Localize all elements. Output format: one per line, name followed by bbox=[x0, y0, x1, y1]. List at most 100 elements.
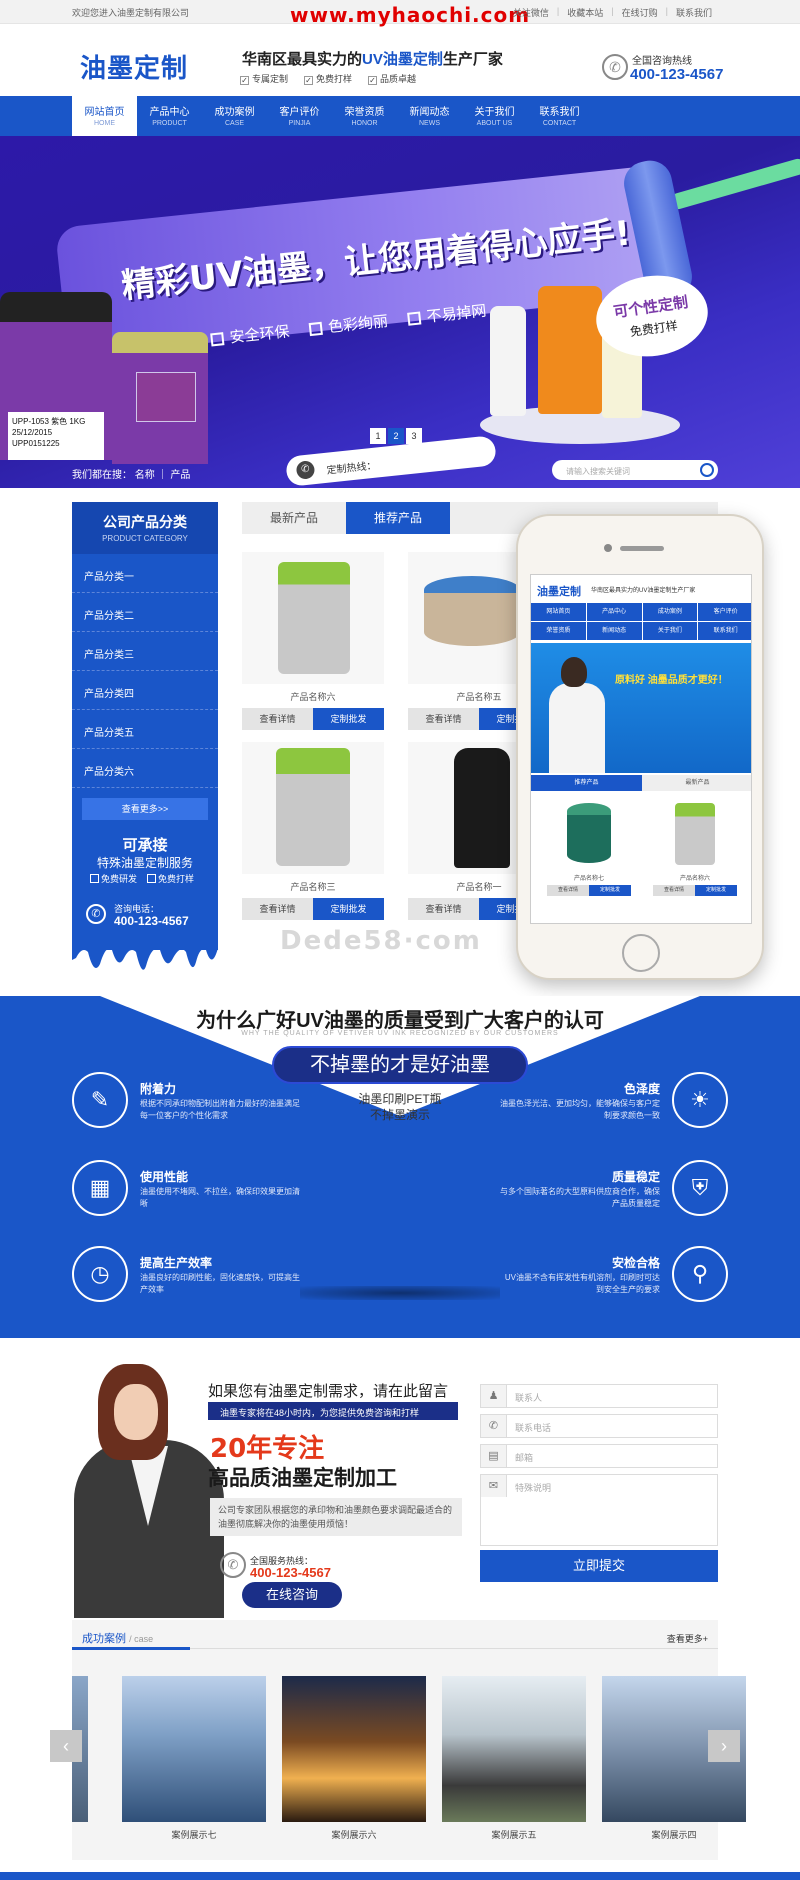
promo-point: 免费研发 bbox=[90, 872, 137, 885]
nav-item-home[interactable]: 网站首页 HOME bbox=[72, 96, 137, 136]
custom-order-button[interactable]: 定制批发 bbox=[313, 898, 384, 920]
nav-item-contact[interactable]: 联系我们 CONTACT bbox=[527, 96, 592, 136]
cases-prev-arrow[interactable]: ‹ bbox=[50, 1730, 82, 1762]
name-field[interactable]: ♟ 联系人 bbox=[480, 1384, 718, 1408]
dede-watermark: Dede58·com bbox=[280, 926, 482, 956]
mobile-nav-item[interactable]: 产品中心 bbox=[586, 603, 642, 621]
mobile-banner-text: 原料好 油墨品质才更好！ bbox=[615, 675, 728, 686]
hotline-number: 400-123-4567 bbox=[630, 66, 724, 83]
product-name[interactable]: 产品名称六 bbox=[242, 690, 384, 703]
nav-item-pinjia[interactable]: 客户评价 PINJIA bbox=[267, 96, 332, 136]
nav-item-sublabel: ABOUT US bbox=[476, 120, 513, 127]
category-item[interactable]: 产品分类一 bbox=[72, 554, 218, 593]
product-name[interactable]: 产品名称三 bbox=[242, 880, 384, 893]
case-image[interactable] bbox=[442, 1676, 586, 1822]
feature-item: ✎ 附着力 根据不同承印物配制出附着力最好的油墨满足每一位客户的个性化需求 bbox=[72, 1072, 312, 1132]
slider-dot[interactable]: 3 bbox=[406, 428, 422, 444]
mobile-nav-item[interactable]: 关于我们 bbox=[642, 622, 698, 640]
promo-points: 免费研发 免费打样 bbox=[90, 872, 194, 885]
mobile-tab-recommended[interactable]: 推荐产品 bbox=[531, 775, 642, 791]
category-item[interactable]: 产品分类二 bbox=[72, 593, 218, 632]
feature-title: 安检合格 bbox=[611, 1256, 660, 1270]
mobile-product-card[interactable]: 产品名称六 查看详情 定制批发 bbox=[645, 797, 745, 907]
nav-item-sublabel: CASE bbox=[224, 120, 245, 127]
top-link-order[interactable]: 在线订购 bbox=[622, 6, 658, 19]
category-more-button[interactable]: 查看更多>> bbox=[82, 798, 208, 820]
phone-field[interactable]: ✆ 联系电话 bbox=[480, 1414, 718, 1438]
custom-order-button[interactable]: 定制批发 bbox=[313, 708, 384, 730]
cases-title: 成功案例 / case bbox=[82, 1630, 153, 1646]
email-placeholder: 邮箱 bbox=[515, 1453, 534, 1463]
slider-dot[interactable]: 1 bbox=[370, 428, 386, 444]
mobile-detail-button[interactable]: 查看详情 bbox=[547, 885, 589, 896]
phone-icon: ✆ bbox=[481, 1415, 507, 1437]
nav-item-about-us[interactable]: 关于我们 ABOUT US bbox=[462, 96, 527, 136]
case-caption[interactable]: 案例展示五 bbox=[442, 1828, 586, 1841]
site-logo[interactable]: 油墨定制 bbox=[80, 48, 188, 85]
case-image[interactable] bbox=[122, 1676, 266, 1822]
top-link-bookmark[interactable]: 收藏本站 bbox=[567, 6, 603, 19]
detail-button[interactable]: 查看详情 bbox=[242, 898, 313, 920]
feature-title: 提高生产效率 bbox=[140, 1256, 213, 1270]
category-item[interactable]: 产品分类四 bbox=[72, 671, 218, 710]
case-card[interactable]: 案例展示五 bbox=[442, 1676, 586, 1840]
mobile-nav-item[interactable]: 新闻动态 bbox=[586, 622, 642, 640]
mobile-product-card[interactable]: 产品名称七 查看详情 定制批发 bbox=[539, 797, 639, 907]
online-consult-button[interactable]: 在线咨询 bbox=[242, 1582, 342, 1608]
top-link-contact[interactable]: 联系我们 bbox=[676, 6, 712, 19]
product-card[interactable]: 产品名称三查看详情 定制批发 bbox=[242, 742, 384, 942]
nav-item-honor[interactable]: 荣誉资质 HONOR bbox=[332, 96, 397, 136]
top-link-wechat[interactable]: 关注微信 bbox=[513, 6, 549, 19]
mobile-detail-button[interactable]: 查看详情 bbox=[653, 885, 695, 896]
tab-recommended[interactable]: 推荐产品 bbox=[346, 502, 450, 534]
nav-item-news[interactable]: 新闻动态 NEWS bbox=[397, 96, 462, 136]
feature-title: 质量稳定 bbox=[611, 1170, 660, 1184]
mobile-nav-item[interactable]: 客户评价 bbox=[698, 603, 751, 621]
category-item[interactable]: 产品分类三 bbox=[72, 632, 218, 671]
case-image[interactable] bbox=[282, 1676, 426, 1822]
mobile-nav-item[interactable]: 联系我们 bbox=[698, 622, 751, 640]
detail-button[interactable]: 查看详情 bbox=[242, 708, 313, 730]
mobile-nav-item[interactable]: 网站首页 bbox=[531, 603, 586, 621]
email-field[interactable]: ▤ 邮箱 bbox=[480, 1444, 718, 1468]
product-image[interactable] bbox=[242, 552, 384, 684]
mobile-custom-button[interactable]: 定制批发 bbox=[695, 885, 737, 896]
slider-dot[interactable]: 2 bbox=[388, 428, 404, 444]
search-input[interactable]: 请输入搜索关键词 bbox=[552, 460, 718, 480]
cases-more-link[interactable]: 查看更多+ bbox=[667, 1632, 708, 1645]
category-item[interactable]: 产品分类五 bbox=[72, 710, 218, 749]
detail-button[interactable]: 查看详情 bbox=[408, 708, 479, 730]
why-title: 为什么广好UV油墨的质量受到广大客户的认可 bbox=[196, 1010, 604, 1032]
mobile-custom-button[interactable]: 定制批发 bbox=[589, 885, 631, 896]
mobile-tab-latest[interactable]: 最新产品 bbox=[642, 775, 751, 791]
why-subtitle: WHY THE QUALITY OF VETIVER UV INK RECOGN… bbox=[241, 1030, 559, 1037]
check-icon bbox=[147, 874, 157, 883]
case-caption[interactable]: 案例展示七 bbox=[122, 1828, 266, 1841]
nav-item-case[interactable]: 成功案例 CASE bbox=[202, 96, 267, 136]
nav-item-sublabel: PINJIA bbox=[288, 120, 311, 127]
category-item[interactable]: 产品分类六 bbox=[72, 749, 218, 788]
footer-bar bbox=[0, 1872, 800, 1880]
slogan-suffix: 生产厂家 bbox=[442, 51, 503, 68]
detail-button[interactable]: 查看详情 bbox=[408, 898, 479, 920]
submit-button[interactable]: 立即提交 bbox=[480, 1550, 718, 1582]
mobile-nav-item[interactable]: 荣誉资质 bbox=[531, 622, 586, 640]
mobile-nav-item[interactable]: 成功案例 bbox=[642, 603, 698, 621]
product-image[interactable] bbox=[242, 742, 384, 874]
search-bar: 我们都在搜： 名称 ｜ 产品 请输入搜索关键词 bbox=[0, 456, 800, 488]
case-caption[interactable]: 案例展示六 bbox=[282, 1828, 426, 1841]
cases-title-en: / case bbox=[129, 1634, 154, 1644]
case-card[interactable]: 案例展示七 bbox=[122, 1676, 266, 1840]
slogan-highlight: UV油墨定制 bbox=[362, 51, 443, 68]
cases-next-arrow[interactable]: › bbox=[708, 1730, 740, 1762]
message-field[interactable]: ✉ 特殊说明 bbox=[480, 1474, 718, 1546]
contact-question: 如果您有油墨定制需求，请在此留言 bbox=[208, 1383, 449, 1400]
case-caption[interactable]: 案例展示四 bbox=[602, 1828, 746, 1841]
tab-latest[interactable]: 最新产品 bbox=[242, 502, 346, 534]
search-icon[interactable] bbox=[700, 463, 714, 477]
case-card[interactable]: 案例展示六 bbox=[282, 1676, 426, 1840]
category-sidebar: 公司产品分类 PRODUCT CATEGORY 产品分类一 产品分类二 产品分类三产… bbox=[72, 502, 218, 950]
product-card[interactable]: 产品名称六查看详情 定制批发 bbox=[242, 552, 384, 752]
contact-headline: 高品质油墨定制加工 bbox=[208, 1467, 397, 1490]
nav-item-product[interactable]: 产品中心 PRODUCT bbox=[137, 96, 202, 136]
